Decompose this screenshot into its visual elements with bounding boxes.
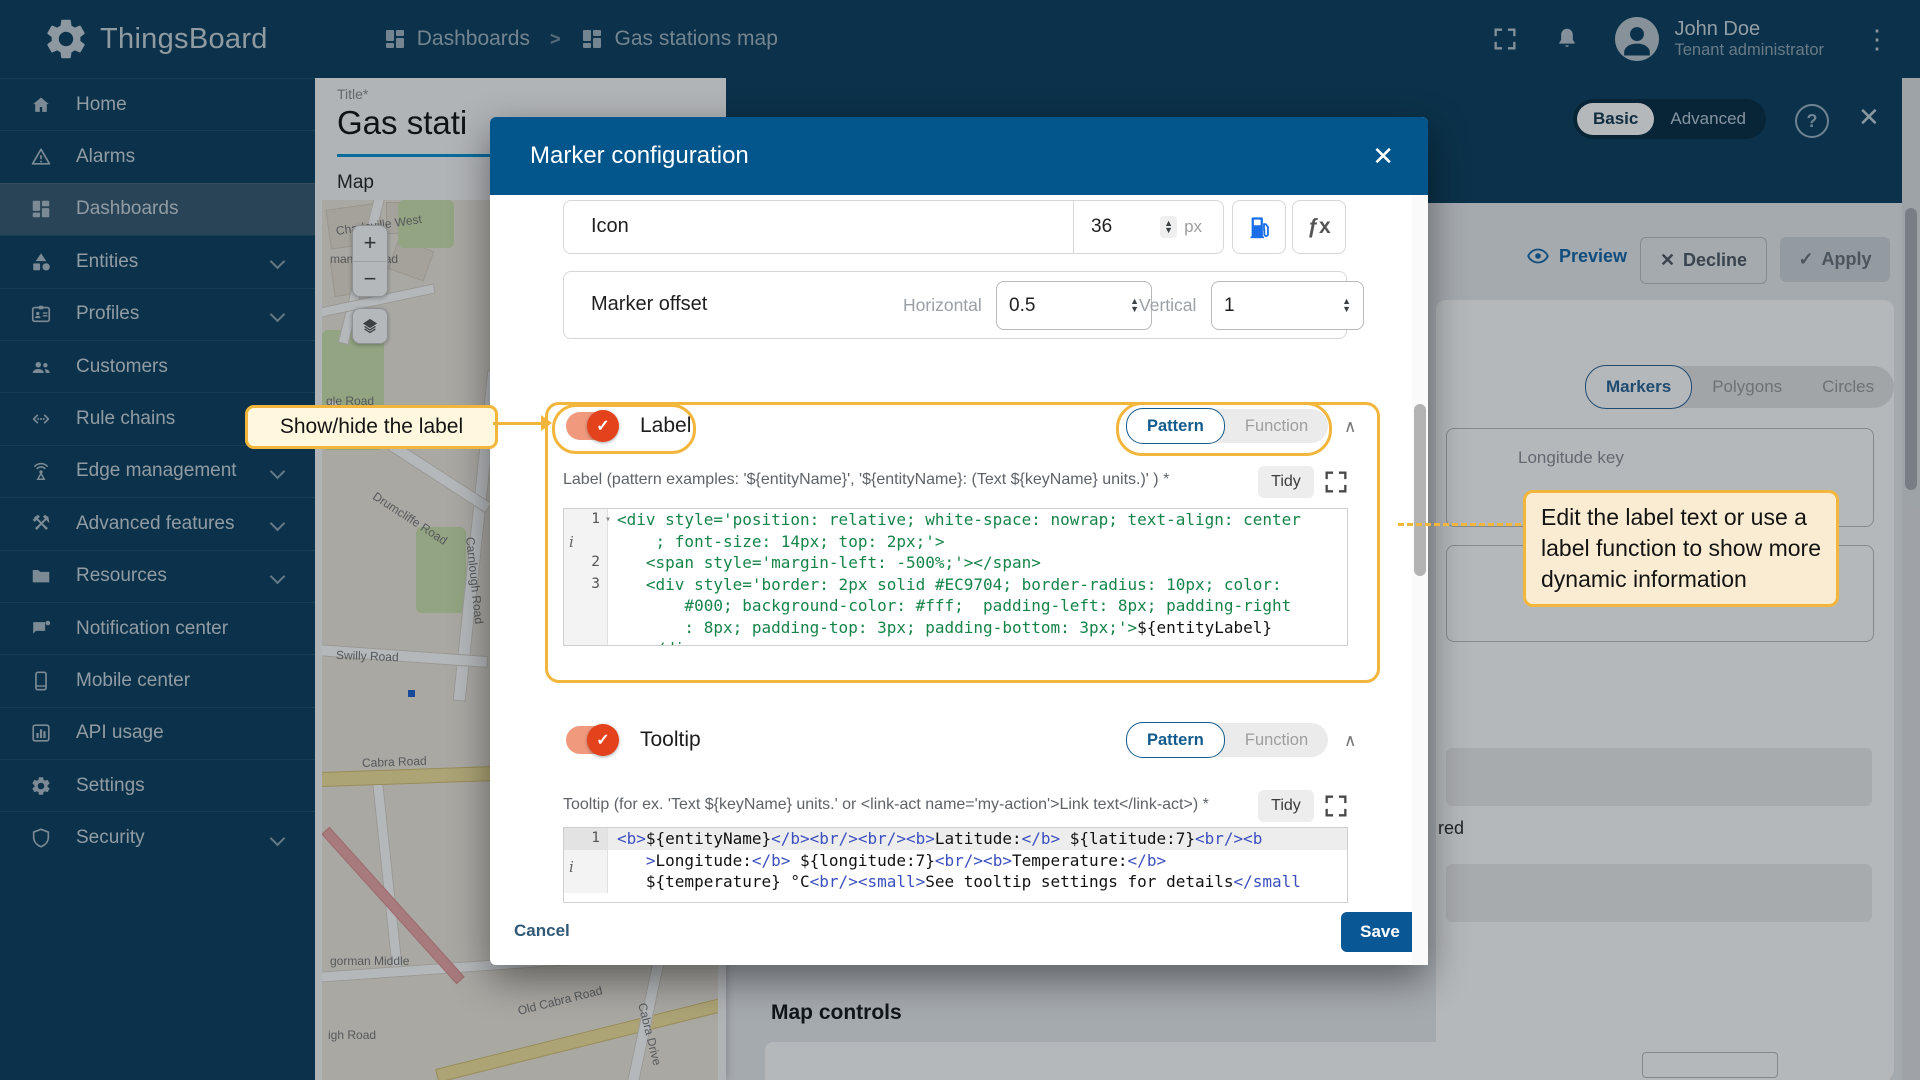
tooltip-collapse-icon[interactable]: ∧ xyxy=(1344,731,1356,751)
tooltip-mode-option-function[interactable]: Function xyxy=(1225,723,1328,757)
label-code-editor[interactable]: i 1 ▾ <div style='position: relative; whit… xyxy=(563,508,1348,646)
horizontal-label: Horizontal xyxy=(903,295,982,315)
dialog-header: Marker configuration ✕ xyxy=(490,117,1428,195)
cancel-button[interactable]: Cancel xyxy=(514,921,570,941)
label-mode-option-pattern[interactable]: Pattern xyxy=(1126,408,1225,444)
label-toggle[interactable]: ✓ xyxy=(566,410,619,442)
marker-offset-label: Marker offset xyxy=(591,293,708,315)
marker-offset-row: Marker offset Horizontal 0.5 ▲ ▼ Vertical… xyxy=(563,271,1364,339)
dialog-scrollbar-thumb[interactable] xyxy=(1414,404,1426,576)
horizontal-offset-input[interactable]: 0.5 ▲ ▼ xyxy=(996,281,1152,330)
marker-configuration-dialog: Marker configuration ✕ Icon 36 ▲ ▼ px ƒx… xyxy=(490,117,1428,965)
dialog-scrollbar-track xyxy=(1412,195,1428,965)
tooltip-toggle[interactable]: ✓ xyxy=(566,724,619,756)
tooltip-hint: Tooltip (for ex. 'Text ${keyName} units.… xyxy=(563,796,1209,813)
label-fullscreen-icon[interactable] xyxy=(1322,468,1350,496)
tooltip-mode-option-pattern[interactable]: Pattern xyxy=(1126,722,1225,758)
editor-info-icon: i xyxy=(569,858,574,876)
dialog-title: Marker configuration xyxy=(530,142,749,169)
stepper-control[interactable]: ▲ ▼ xyxy=(1130,297,1139,313)
icon-function-button[interactable]: ƒx xyxy=(1292,200,1346,254)
editor-info-icon: i xyxy=(569,533,574,551)
label-tidy-button[interactable]: Tidy xyxy=(1258,466,1314,498)
save-button[interactable]: Save xyxy=(1341,912,1419,952)
label-section-title: Label xyxy=(640,414,692,437)
vertical-label: Vertical xyxy=(1139,295,1197,315)
marker-image-button[interactable] xyxy=(1232,200,1286,254)
dialog-close-icon[interactable]: ✕ xyxy=(1372,141,1394,172)
icon-row-label: Icon xyxy=(591,215,629,237)
callout-arrow xyxy=(541,415,552,431)
callout-dashed-connector xyxy=(1398,523,1521,526)
stepper-down-icon[interactable]: ▼ xyxy=(1164,225,1173,234)
label-collapse-icon[interactable]: ∧ xyxy=(1344,417,1356,437)
icon-size-input[interactable]: 36 ▲ ▼ px xyxy=(1073,201,1223,253)
vertical-offset-input[interactable]: 1 ▲ ▼ xyxy=(1211,281,1364,330)
callout-show-hide-label: Show/hide the label xyxy=(245,405,498,449)
gas-pump-icon xyxy=(1250,216,1269,238)
callout-edit-label: Edit the label text or use a label funct… xyxy=(1523,490,1839,607)
label-mode-option-function[interactable]: Function xyxy=(1225,409,1328,443)
callout-connector-line xyxy=(493,422,541,425)
toggle-check-icon: ✓ xyxy=(596,732,610,749)
unit-label: px xyxy=(1184,217,1203,236)
icon-row: Icon 36 ▲ ▼ px xyxy=(563,200,1224,254)
label-mode: Pattern Function xyxy=(1126,408,1329,444)
stepper-control[interactable]: ▲ ▼ xyxy=(1160,215,1178,239)
tooltip-code-editor[interactable]: i 1 <b>${entityName}</b><br/><br/><b>Lati… xyxy=(563,827,1348,903)
tooltip-tidy-button[interactable]: Tidy xyxy=(1258,790,1314,822)
stepper-control[interactable]: ▲ ▼ xyxy=(1342,297,1351,313)
tooltip-section-title: Tooltip xyxy=(640,728,701,751)
toggle-check-icon: ✓ xyxy=(596,418,610,435)
label-hint: Label (pattern examples: '${entityName}'… xyxy=(563,471,1170,488)
fx-icon: ƒx xyxy=(1307,215,1331,238)
tooltip-mode: Pattern Function xyxy=(1126,722,1329,758)
tooltip-fullscreen-icon[interactable] xyxy=(1322,792,1350,820)
